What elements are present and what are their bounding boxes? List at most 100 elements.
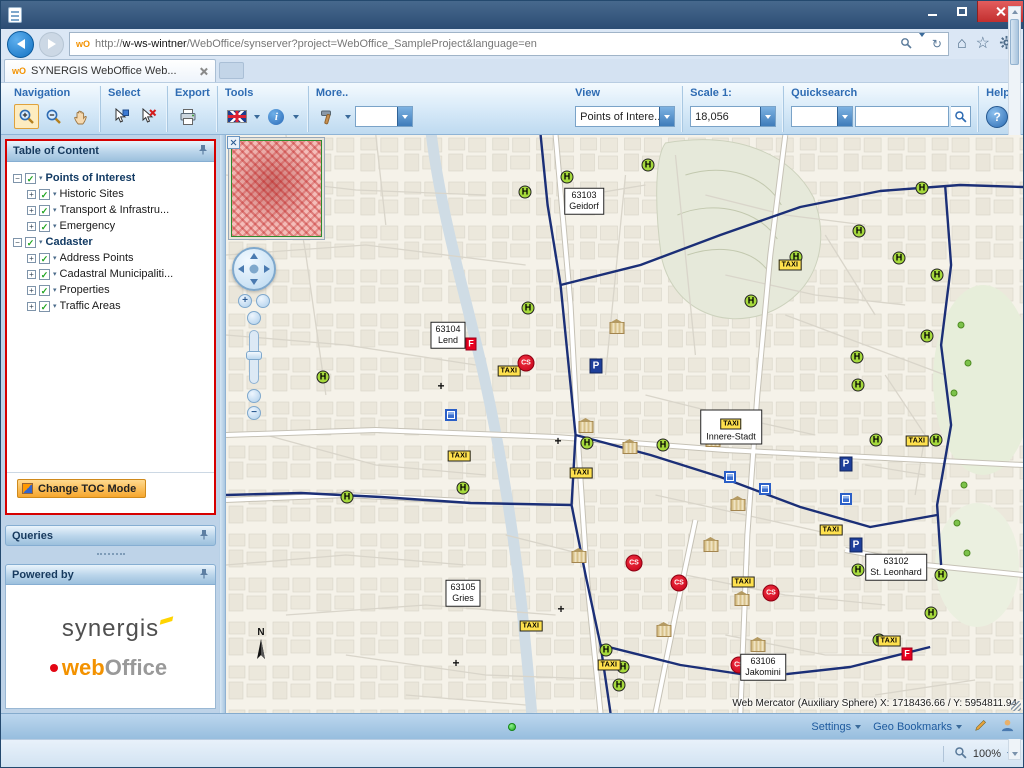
h-marker[interactable]: H — [657, 439, 670, 452]
layer-checkbox[interactable]: ✓ — [39, 205, 50, 216]
home-icon[interactable]: ⌂ — [957, 36, 967, 52]
chevron-down-icon[interactable]: ▾ — [53, 206, 57, 214]
clear-selection-tool[interactable] — [135, 104, 160, 129]
h-marker[interactable]: H — [317, 371, 330, 384]
toc-item[interactable]: +✓▾Transport & Infrastru... — [13, 202, 194, 218]
h-marker[interactable]: H — [522, 302, 535, 315]
museum-marker[interactable] — [735, 594, 750, 606]
museum-marker[interactable] — [731, 499, 746, 511]
toc-item[interactable]: −✓▾Points of Interest — [13, 170, 194, 186]
tree-marker[interactable] — [958, 322, 965, 329]
p-marker[interactable]: P — [590, 359, 603, 374]
layer-checkbox[interactable]: ✓ — [39, 269, 50, 280]
museum-marker[interactable] — [704, 540, 719, 552]
museum-marker[interactable] — [572, 551, 587, 563]
h-marker[interactable]: H — [852, 379, 865, 392]
toc-item[interactable]: +✓▾Address Points — [13, 250, 194, 266]
back-button[interactable] — [7, 31, 34, 58]
overview-map[interactable] — [228, 137, 325, 240]
taxi-marker[interactable]: TAXI — [779, 260, 802, 271]
layer-checkbox[interactable]: ✓ — [39, 301, 50, 312]
pic-marker[interactable] — [445, 409, 457, 421]
h-marker[interactable]: H — [745, 295, 758, 308]
user-icon[interactable] — [1000, 718, 1015, 736]
overview-close-icon[interactable] — [227, 136, 240, 149]
taxi-marker[interactable]: TAXI — [878, 636, 901, 647]
taxi-marker[interactable]: TAXI — [448, 451, 471, 462]
settings-menu[interactable]: Settings — [811, 721, 861, 733]
tab-weboffice[interactable]: wO SYNERGIS WebOffice Web... — [4, 59, 216, 82]
expand-icon[interactable]: + — [27, 270, 36, 279]
zoom-out-tool[interactable] — [41, 104, 66, 129]
more-combobox[interactable] — [355, 106, 413, 127]
view-combobox[interactable]: Points of Intere... — [575, 106, 675, 127]
toc-item[interactable]: +✓▾Emergency — [13, 218, 194, 234]
cross-marker[interactable]: + — [554, 435, 561, 447]
taxi-marker[interactable]: TAXI — [598, 660, 621, 671]
museum-marker[interactable] — [579, 421, 594, 433]
print-tool[interactable] — [175, 104, 200, 129]
change-toc-mode-button[interactable]: Change TOC Mode — [17, 479, 146, 498]
cs-marker[interactable]: CS — [671, 575, 688, 592]
h-marker[interactable]: H — [642, 159, 655, 172]
scale-combobox[interactable]: 18,056 — [690, 106, 776, 127]
h-marker[interactable]: H — [581, 437, 594, 450]
taxi-marker[interactable]: TAXI — [732, 577, 755, 588]
pan-pad[interactable] — [232, 247, 276, 291]
tree-marker[interactable] — [954, 520, 961, 527]
refresh-icon[interactable]: ↻ — [932, 37, 942, 51]
zoom-slider-handle[interactable] — [246, 351, 262, 360]
maximize-button[interactable] — [947, 1, 977, 22]
h-marker[interactable]: H — [921, 330, 934, 343]
new-tab-button[interactable] — [219, 62, 244, 79]
minimize-button[interactable] — [917, 1, 947, 22]
layer-checkbox[interactable]: ✓ — [39, 189, 50, 200]
quicksearch-combobox[interactable] — [791, 106, 853, 127]
toc-item[interactable]: +✓▾Traffic Areas — [13, 298, 194, 314]
chevron-down-icon[interactable] — [760, 107, 775, 126]
h-marker[interactable]: H — [341, 491, 354, 504]
url-text[interactable]: http://w-ws-wintner/WebOffice/synserver?… — [95, 38, 537, 50]
pin-icon[interactable] — [198, 144, 208, 158]
zoom-in-tool[interactable] — [14, 104, 39, 129]
toc-item[interactable]: +✓▾Cadastral Municipaliti... — [13, 266, 194, 282]
h-marker[interactable]: H — [519, 186, 532, 199]
f-marker[interactable]: F — [902, 648, 913, 661]
museum-marker[interactable] — [610, 322, 625, 334]
taxi-marker[interactable]: TAXI — [498, 366, 521, 377]
zoom-step-up-button[interactable] — [247, 311, 261, 325]
p-marker[interactable]: P — [840, 457, 853, 472]
h-marker[interactable]: H — [931, 269, 944, 282]
cs-marker[interactable]: CS — [518, 355, 535, 372]
language-dropdown[interactable] — [252, 104, 262, 129]
info-dropdown[interactable] — [291, 104, 301, 129]
expand-icon[interactable]: + — [27, 286, 36, 295]
expand-icon[interactable]: + — [27, 190, 36, 199]
chevron-down-icon[interactable]: ▾ — [53, 254, 57, 262]
chevron-down-icon[interactable]: ▾ — [53, 190, 57, 198]
tools-hammer-tool[interactable] — [316, 104, 341, 129]
h-marker[interactable]: H — [561, 171, 574, 184]
favorites-star-icon[interactable]: ☆ — [976, 36, 990, 52]
taxi-marker[interactable]: TAXI — [820, 525, 843, 536]
h-marker[interactable]: H — [613, 679, 626, 692]
layer-checkbox[interactable]: ✓ — [39, 253, 50, 264]
h-marker[interactable]: H — [930, 434, 943, 447]
cross-marker[interactable]: + — [437, 380, 444, 392]
quicksearch-button[interactable] — [951, 106, 971, 127]
tree-marker[interactable] — [964, 550, 971, 557]
sidebar-splitter[interactable] — [219, 135, 226, 713]
language-flag-tool[interactable] — [225, 104, 250, 129]
expand-icon[interactable]: + — [27, 302, 36, 311]
expand-icon[interactable]: + — [27, 254, 36, 263]
map-canvas[interactable]: HHHHHHHHHHHHHHHHHHHHHHHHHHHTAXITAXITAXIT… — [226, 135, 1023, 713]
h-marker[interactable]: H — [457, 482, 470, 495]
pan-center-icon[interactable] — [250, 265, 259, 274]
toc-header[interactable]: Table of Content — [7, 141, 214, 162]
taxi-marker[interactable]: TAXI — [906, 436, 929, 447]
layer-checkbox[interactable]: ✓ — [25, 237, 36, 248]
h-marker[interactable]: H — [935, 569, 948, 582]
h-marker[interactable]: H — [852, 564, 865, 577]
f-marker[interactable]: F — [466, 338, 477, 351]
tab-close-icon[interactable] — [199, 67, 208, 76]
